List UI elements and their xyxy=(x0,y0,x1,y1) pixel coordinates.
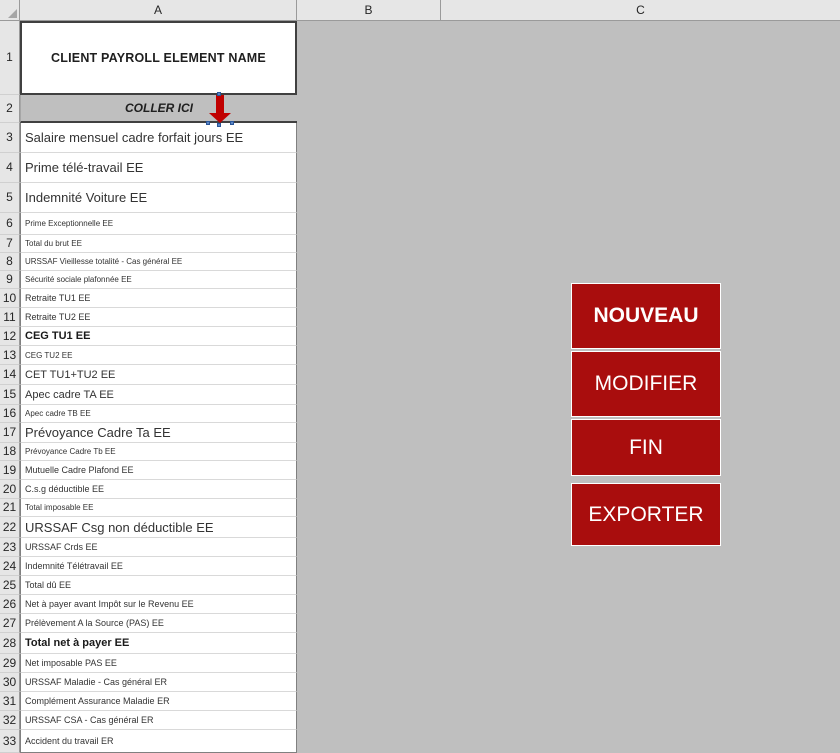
row-header-30[interactable]: 30 xyxy=(0,673,20,692)
cell-a26[interactable]: Net à payer avant Impôt sur le Revenu EE xyxy=(20,595,297,614)
row-header-4[interactable]: 4 xyxy=(0,153,20,183)
cell-a28[interactable]: Total net à payer EE xyxy=(20,633,297,654)
cell-a32[interactable]: URSSAF CSA - Cas général ER xyxy=(20,711,297,730)
row-header-12[interactable]: 12 xyxy=(0,327,20,346)
cell-a30[interactable]: URSSAF Maladie - Cas général ER xyxy=(20,673,297,692)
fin-button[interactable]: FIN xyxy=(571,419,721,476)
cell-a21[interactable]: Total imposable EE xyxy=(20,499,297,517)
cell-a7[interactable]: Total du brut EE xyxy=(20,235,297,253)
column-header-a[interactable]: A xyxy=(20,0,297,20)
row-header-29[interactable]: 29 xyxy=(0,654,20,673)
cell-a27[interactable]: Prélèvement A la Source (PAS) EE xyxy=(20,614,297,633)
row-header-16[interactable]: 16 xyxy=(0,405,20,423)
page-title[interactable]: CLIENT PAYROLL ELEMENT NAME xyxy=(20,21,297,95)
row-header-25[interactable]: 25 xyxy=(0,576,20,595)
select-all-corner-icon[interactable] xyxy=(0,0,20,20)
row-header-28[interactable]: 28 xyxy=(0,633,20,654)
row-header-31[interactable]: 31 xyxy=(0,692,20,711)
cell-a24[interactable]: Indemnité Télétravail EE xyxy=(20,557,297,576)
column-header-b[interactable]: B xyxy=(297,0,441,20)
row-header-21[interactable]: 21 xyxy=(0,499,20,517)
cell-a16[interactable]: Apec cadre TB EE xyxy=(20,405,297,423)
nouveau-button[interactable]: NOUVEAU xyxy=(571,283,721,349)
row-header-14[interactable]: 14 xyxy=(0,365,20,385)
row-header-17[interactable]: 17 xyxy=(0,423,20,443)
row-header-6[interactable]: 6 xyxy=(0,213,20,235)
spreadsheet-canvas: A B C 1 2 3 4 5 6 7 8 9 10 11 12 13 14 15 16 17 18 19 20 21 2… xyxy=(0,0,840,753)
cell-a19[interactable]: Mutuelle Cadre Plafond EE xyxy=(20,461,297,480)
cell-a3[interactable]: Salaire mensuel cadre forfait jours EE xyxy=(20,123,297,153)
row-header-8[interactable]: 8 xyxy=(0,253,20,271)
cell-a18[interactable]: Prévoyance Cadre Tb EE xyxy=(20,443,297,461)
cell-a15[interactable]: Apec cadre TA EE xyxy=(20,385,297,405)
row-header-32[interactable]: 32 xyxy=(0,711,20,730)
cell-a20[interactable]: C.s.g déductible EE xyxy=(20,480,297,499)
row-header-11[interactable]: 11 xyxy=(0,308,20,327)
modifier-button[interactable]: MODIFIER xyxy=(571,351,721,417)
row-header-33[interactable]: 33 xyxy=(0,730,20,753)
row-header-3[interactable]: 3 xyxy=(0,123,20,153)
row-header-9[interactable]: 9 xyxy=(0,271,20,289)
row-header-10[interactable]: 10 xyxy=(0,289,20,308)
arrow-handle-bottom[interactable] xyxy=(217,123,221,127)
cell-a13[interactable]: CEG TU2 EE xyxy=(20,346,297,365)
cell-a6[interactable]: Prime Exceptionnelle EE xyxy=(20,213,297,235)
row-header-2[interactable]: 2 xyxy=(0,95,20,123)
row-header-7[interactable]: 7 xyxy=(0,235,20,253)
cell-a33[interactable]: Accident du travail ER xyxy=(20,730,297,753)
column-header-row: A B C xyxy=(0,0,840,21)
cell-a29[interactable]: Net imposable PAS EE xyxy=(20,654,297,673)
cell-a31[interactable]: Complément Assurance Maladie ER xyxy=(20,692,297,711)
arrow-handle-right[interactable] xyxy=(230,121,234,125)
row-header-20[interactable]: 20 xyxy=(0,480,20,499)
row-header-23[interactable]: 23 xyxy=(0,538,20,557)
arrow-head xyxy=(209,113,231,123)
cell-a12[interactable]: CEG TU1 EE xyxy=(20,327,297,346)
cell-a25[interactable]: Total dû EE xyxy=(20,576,297,595)
row-header-24[interactable]: 24 xyxy=(0,557,20,576)
cell-a5[interactable]: Indemnité Voiture EE xyxy=(20,183,297,213)
row-header-22[interactable]: 22 xyxy=(0,517,20,538)
exporter-button[interactable]: EXPORTER xyxy=(571,483,721,546)
cell-a14[interactable]: CET TU1+TU2 EE xyxy=(20,365,297,385)
cell-a23[interactable]: URSSAF Crds EE xyxy=(20,538,297,557)
arrow-shaft xyxy=(216,95,224,114)
cell-a8[interactable]: URSSAF Vieillesse totalité - Cas général… xyxy=(20,253,297,271)
row-header-15[interactable]: 15 xyxy=(0,385,20,405)
column-header-c[interactable]: C xyxy=(441,0,840,20)
row-header-5[interactable]: 5 xyxy=(0,183,20,213)
row-header-18[interactable]: 18 xyxy=(0,443,20,461)
arrow-handle-top[interactable] xyxy=(217,92,221,96)
row-header-19[interactable]: 19 xyxy=(0,461,20,480)
cell-a9[interactable]: Sécurité sociale plafonnée EE xyxy=(20,271,297,289)
cell-a10[interactable]: Retraite TU1 EE xyxy=(20,289,297,308)
row-header-27[interactable]: 27 xyxy=(0,614,20,633)
cell-a22[interactable]: URSSAF Csg non déductible EE xyxy=(20,517,297,538)
corner-triangle-icon xyxy=(8,9,17,18)
cell-a17[interactable]: Prévoyance Cadre Ta EE xyxy=(20,423,297,443)
cell-a11[interactable]: Retraite TU2 EE xyxy=(20,308,297,327)
row-header-1[interactable]: 1 xyxy=(0,21,20,95)
cell-a4[interactable]: Prime télé-travail EE xyxy=(20,153,297,183)
paste-here-label[interactable]: COLLER ICI xyxy=(20,95,297,123)
arrow-handle-left[interactable] xyxy=(206,121,210,125)
row-header-26[interactable]: 26 xyxy=(0,595,20,614)
row-header-13[interactable]: 13 xyxy=(0,346,20,365)
down-arrow-icon[interactable] xyxy=(205,92,235,127)
